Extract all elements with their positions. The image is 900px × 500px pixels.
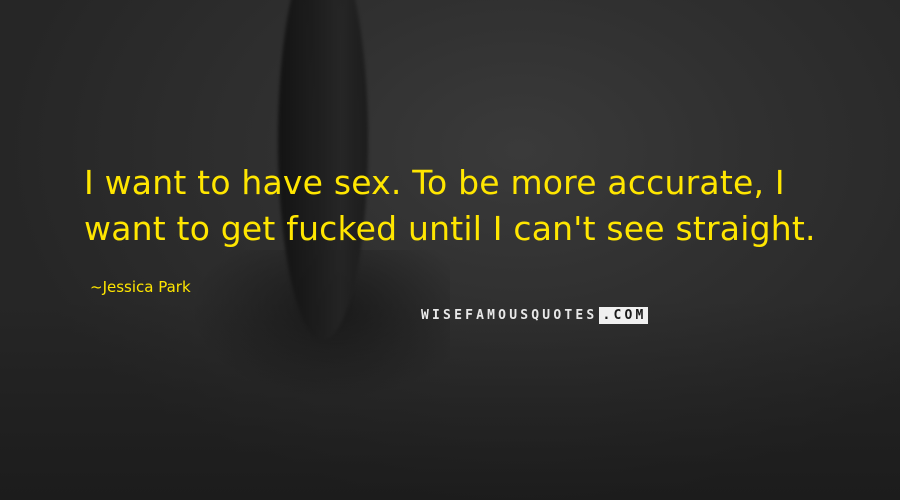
quote-image: I want to have sex. To be more accurate,…	[0, 0, 900, 500]
watermark-part1: WISEFAMOUSQUOTES	[421, 307, 598, 323]
quote-author: ~Jessica Park	[90, 278, 191, 296]
background-surface	[0, 300, 900, 500]
author-dash: ~	[90, 278, 103, 296]
watermark-part2: .COM	[599, 306, 648, 324]
watermark-logo: WISEFAMOUSQUOTES .COM	[420, 306, 648, 324]
quote-text: I want to have sex. To be more accurate,…	[84, 163, 816, 248]
author-name: Jessica Park	[102, 278, 191, 296]
